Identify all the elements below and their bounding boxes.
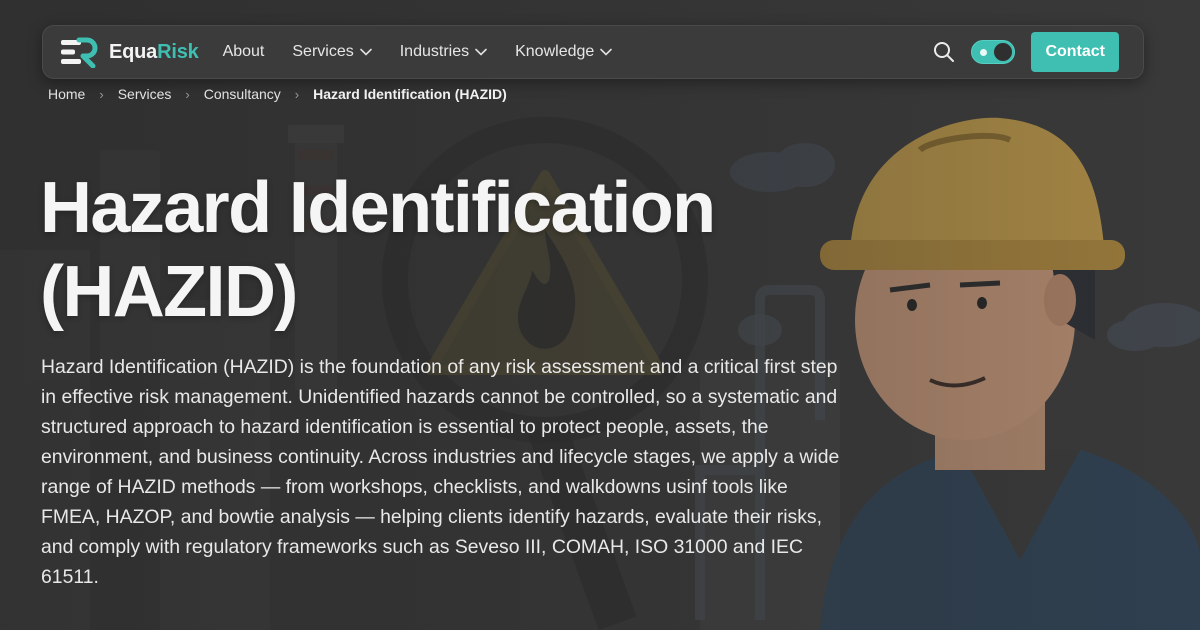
contact-button[interactable]: Contact — [1031, 32, 1119, 72]
page-title: Hazard Identification (HAZID) — [40, 166, 860, 334]
breadcrumb-services[interactable]: Services — [118, 86, 172, 102]
nav-item-about[interactable]: About — [223, 43, 265, 61]
breadcrumb-consultancy[interactable]: Consultancy — [204, 86, 281, 102]
brand-home-link[interactable]: EquaRisk — [59, 36, 199, 68]
chevron-down-icon — [600, 48, 613, 56]
page-title-line-2: (HAZID) — [40, 252, 298, 332]
toggle-indicator-dot — [980, 49, 988, 56]
top-navbar: EquaRisk About Services Industries Knowl… — [42, 25, 1144, 79]
nav-item-services[interactable]: Services — [292, 43, 372, 61]
chevron-right-icon: › — [294, 86, 300, 102]
chevron-right-icon: › — [99, 86, 104, 102]
nav-item-industries[interactable]: Industries — [400, 43, 487, 61]
search-icon — [934, 42, 955, 62]
brand-name-primary: Equa — [109, 40, 158, 63]
theme-toggle[interactable] — [971, 40, 1016, 64]
chevron-right-icon: › — [185, 86, 190, 102]
nav-item-label: About — [222, 43, 265, 60]
brand-name-accent: Risk — [157, 40, 199, 63]
hero-description: Hazard Identification (HAZID) is the fou… — [41, 356, 840, 588]
nav-actions: Contact — [931, 32, 1119, 72]
toggle-knob — [994, 43, 1013, 61]
search-button[interactable] — [931, 39, 957, 65]
nav-item-label: Industries — [399, 43, 470, 60]
brand-name: EquaRisk — [109, 41, 199, 64]
chevron-down-icon — [359, 48, 372, 56]
breadcrumb-current-page: Hazard Identification (HAZID) — [313, 86, 507, 102]
breadcrumb: Home › Services › Consultancy › Hazard I… — [48, 86, 507, 102]
breadcrumb-home[interactable]: Home — [48, 86, 85, 102]
nav-links: About Services Industries Knowledge — [223, 43, 613, 61]
chevron-down-icon — [475, 48, 487, 56]
page-title-line-1: Hazard Identification — [40, 168, 716, 248]
nav-item-label: Knowledge — [515, 43, 595, 60]
equarisk-logo-icon — [61, 37, 98, 68]
nav-item-label: Services — [292, 43, 354, 60]
nav-item-knowledge[interactable]: Knowledge — [515, 43, 613, 61]
